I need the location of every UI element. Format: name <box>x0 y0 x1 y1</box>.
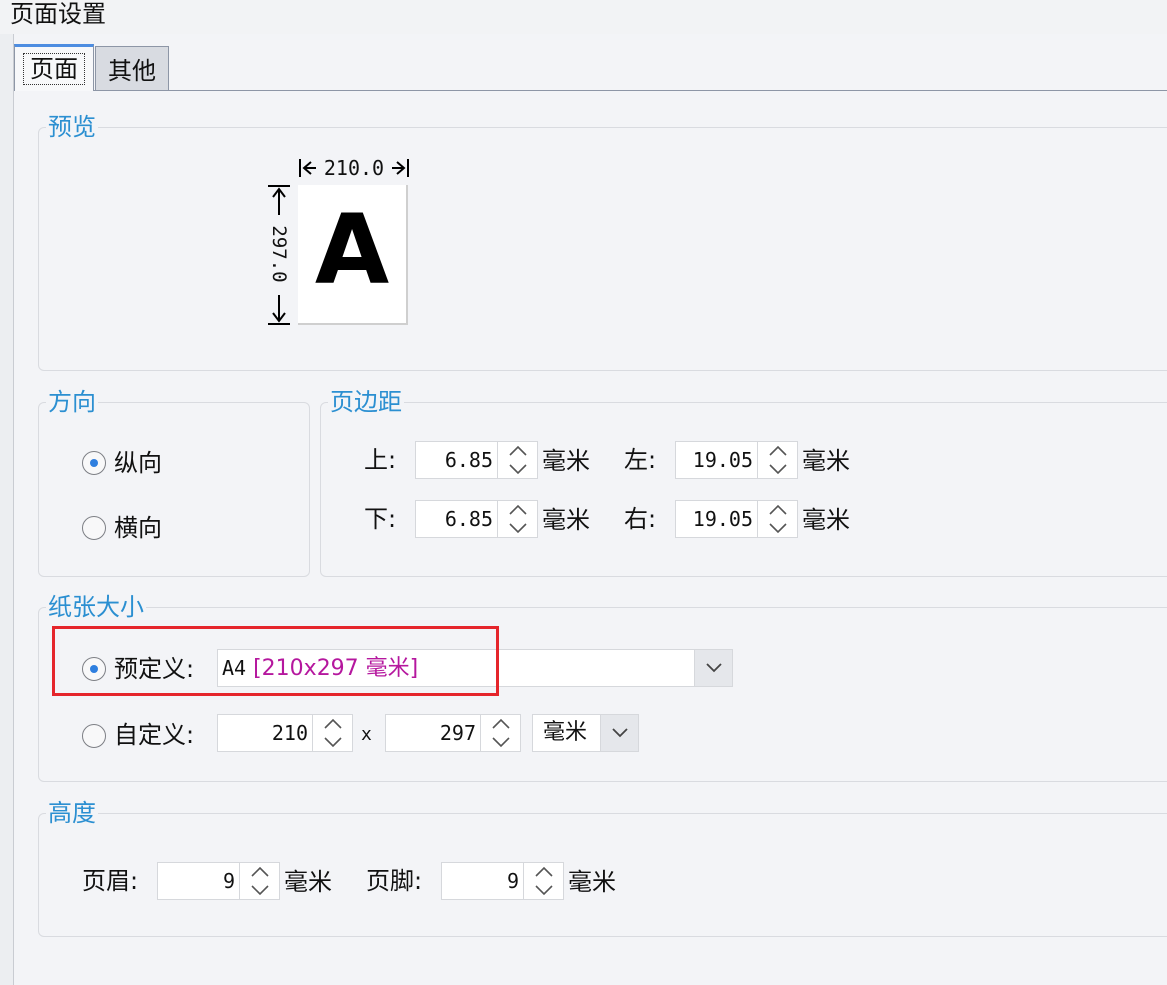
title-bar: 页面设置 <box>0 0 1167 34</box>
margin-top-unit: 毫米 <box>542 447 590 475</box>
chevron-down-icon[interactable] <box>524 881 564 899</box>
preview-height-label: 297.0 <box>268 225 290 283</box>
header-height-value[interactable]: 9 <box>158 863 239 899</box>
header-height-spin-buttons[interactable] <box>239 863 279 899</box>
arrow-left-icon <box>299 159 316 177</box>
chevron-down-icon[interactable] <box>498 460 538 478</box>
chevron-down-icon[interactable] <box>313 733 353 751</box>
chevron-down-icon[interactable] <box>758 519 798 537</box>
margins-group-title: 页边距 <box>328 387 404 417</box>
custom-unit-select[interactable]: 毫米 <box>532 714 639 752</box>
tab-strip-line <box>14 90 1167 91</box>
tab-other-label: 其他 <box>108 57 156 85</box>
margin-bottom-label: 下: <box>364 505 397 533</box>
margin-right-value[interactable]: 19.05 <box>676 501 757 537</box>
margin-bottom-spinner[interactable]: 6.85 <box>415 500 538 538</box>
chevron-down-icon[interactable] <box>240 881 280 899</box>
chevron-down-icon[interactable] <box>498 519 538 537</box>
custom-width-spinner[interactable]: 210 <box>217 714 353 752</box>
paper-size-group-title: 纸张大小 <box>46 592 146 622</box>
margin-top-spinner[interactable]: 6.85 <box>415 441 538 479</box>
footer-height-spin-buttons[interactable] <box>523 863 563 899</box>
header-height-label: 页眉: <box>82 867 139 895</box>
margin-right-spinner[interactable]: 19.05 <box>675 500 798 538</box>
portrait-radio[interactable] <box>82 451 106 475</box>
highlight-annotation-box <box>52 626 499 696</box>
chevron-up-icon[interactable] <box>481 715 521 733</box>
preview-group <box>38 127 1167 371</box>
margin-left-label: 左: <box>624 446 657 474</box>
margin-left-unit: 毫米 <box>802 447 850 475</box>
margin-bottom-value[interactable]: 6.85 <box>416 501 497 537</box>
custom-width-value[interactable]: 210 <box>218 715 312 751</box>
margin-right-label: 右: <box>624 505 657 533</box>
margin-bottom-unit: 毫米 <box>542 506 590 534</box>
orientation-group <box>38 402 310 577</box>
window-title: 页面设置 <box>10 0 106 28</box>
tab-other[interactable]: 其他 <box>95 46 169 90</box>
chevron-up-icon[interactable] <box>524 863 564 881</box>
custom-radio[interactable] <box>82 724 106 748</box>
custom-width-spin-buttons[interactable] <box>312 715 352 751</box>
preview-letter: A <box>314 194 390 306</box>
chevron-up-icon[interactable] <box>240 863 280 881</box>
orientation-group-title: 方向 <box>46 387 98 417</box>
custom-height-value[interactable]: 297 <box>386 715 480 751</box>
page-setup-dialog: 页面设置 页面 其他 预览 210.0 297.0 A 方向 纵向 横向 页边距… <box>0 0 1167 985</box>
custom-height-spinner[interactable]: 297 <box>385 714 521 752</box>
chevron-up-icon[interactable] <box>758 442 798 460</box>
landscape-radio[interactable] <box>82 516 106 540</box>
footer-height-value[interactable]: 9 <box>442 863 523 899</box>
custom-unit-value[interactable]: 毫米 <box>533 715 600 751</box>
preview-page: A <box>298 185 408 325</box>
preview-width-dimension: 210.0 <box>298 155 410 181</box>
chevron-up-icon[interactable] <box>498 442 538 460</box>
preview-width-label: 210.0 <box>323 156 385 180</box>
height-group-title: 高度 <box>46 798 98 828</box>
chevron-down-icon[interactable] <box>600 715 638 751</box>
margin-right-spin-buttons[interactable] <box>757 501 797 537</box>
landscape-label[interactable]: 横向 <box>114 513 162 543</box>
margin-right-unit: 毫米 <box>802 506 850 534</box>
custom-label[interactable]: 自定义: <box>114 720 194 750</box>
preview-height-dimension: 297.0 <box>264 185 294 325</box>
chevron-up-icon[interactable] <box>498 501 538 519</box>
margins-group <box>320 402 1167 577</box>
tab-page[interactable]: 页面 <box>14 44 94 91</box>
chevron-down-icon[interactable] <box>758 460 798 478</box>
footer-height-label: 页脚: <box>366 867 423 895</box>
portrait-label[interactable]: 纵向 <box>114 448 162 478</box>
custom-times-sign: x <box>361 724 372 745</box>
chevron-up-icon[interactable] <box>313 715 353 733</box>
margin-top-value[interactable]: 6.85 <box>416 442 497 478</box>
header-height-spinner[interactable]: 9 <box>157 862 280 900</box>
margin-left-spin-buttons[interactable] <box>757 442 797 478</box>
margin-bottom-spin-buttons[interactable] <box>497 501 537 537</box>
preview-group-title: 预览 <box>46 112 98 142</box>
arrow-right-icon <box>392 159 409 177</box>
margin-top-spin-buttons[interactable] <box>497 442 537 478</box>
chevron-down-icon[interactable] <box>481 733 521 751</box>
header-height-unit: 毫米 <box>284 868 332 896</box>
margin-left-value[interactable]: 19.05 <box>676 442 757 478</box>
footer-height-spinner[interactable]: 9 <box>441 862 564 900</box>
custom-height-spin-buttons[interactable] <box>480 715 520 751</box>
tab-page-label: 页面 <box>23 53 85 85</box>
chevron-down-icon[interactable] <box>694 650 732 686</box>
footer-height-unit: 毫米 <box>568 868 616 896</box>
margin-left-spinner[interactable]: 19.05 <box>675 441 798 479</box>
chevron-up-icon[interactable] <box>758 501 798 519</box>
margin-top-label: 上: <box>364 446 397 474</box>
left-edge <box>0 34 14 985</box>
